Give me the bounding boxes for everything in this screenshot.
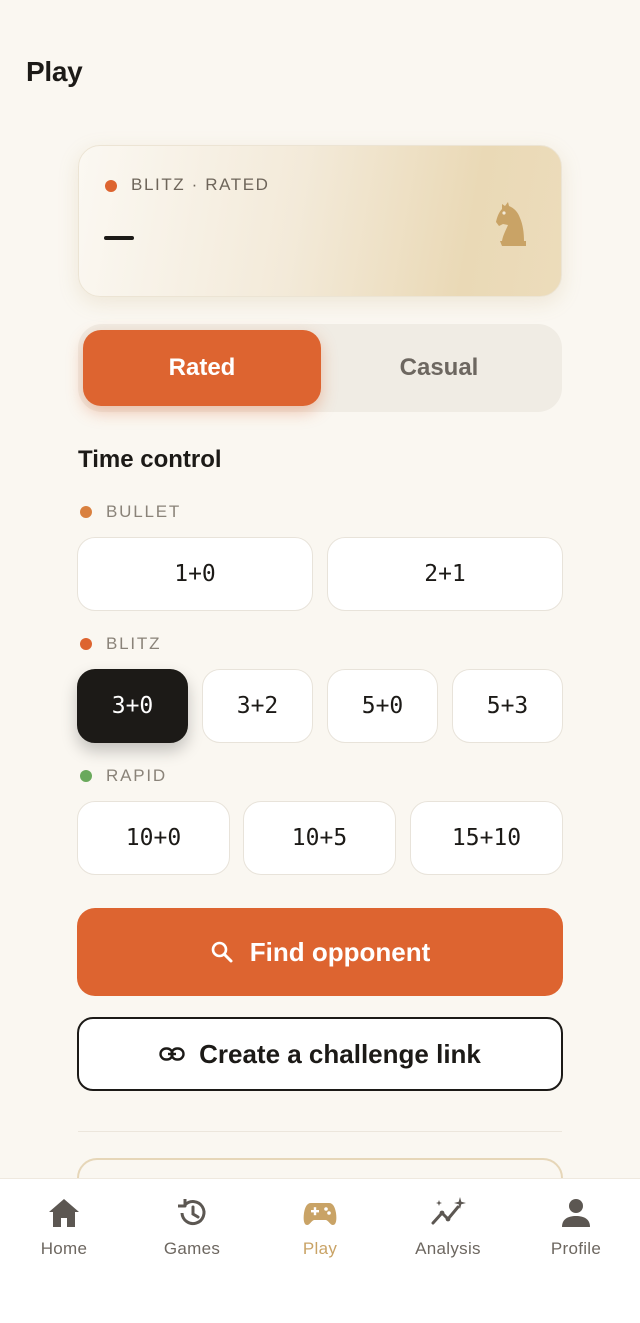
time-option-3-0[interactable]: 3+0 (77, 669, 188, 743)
link-icon (159, 1047, 185, 1061)
bullet-dot (80, 506, 92, 518)
nav-label-home: Home (40, 1239, 88, 1258)
time-control-title: Time control (78, 446, 222, 473)
find-opponent-button[interactable]: Find opponent (77, 908, 563, 996)
game-mode-card: BLITZ · RATED (78, 145, 562, 297)
nav-label-play: Play (302, 1239, 338, 1258)
category-blitz: BLITZ (80, 632, 161, 656)
rated-option[interactable]: Rated (83, 330, 321, 406)
time-option-10-0[interactable]: 10+0 (77, 801, 230, 875)
time-option-1-0[interactable]: 1+0 (77, 537, 313, 611)
nav-item-games[interactable]: Games (128, 1195, 256, 1265)
section-divider (78, 1131, 562, 1132)
nav-item-profile[interactable]: Profile (512, 1195, 640, 1265)
casual-option[interactable]: Casual (320, 330, 558, 406)
category-label: BLITZ (106, 634, 162, 653)
home-icon (49, 1199, 79, 1227)
category-label: BULLET (106, 502, 182, 521)
rapid-dot (80, 770, 92, 782)
time-option-10-5[interactable]: 10+5 (243, 801, 396, 875)
gamepad-icon (303, 1203, 337, 1225)
create-challenge-link-button[interactable]: Create a challenge link (77, 1017, 563, 1091)
blitz-dot (80, 638, 92, 650)
mode-label: BLITZ · RATED (131, 175, 270, 194)
category-rapid: RAPID (80, 764, 167, 788)
category-label: RAPID (106, 766, 167, 785)
bottom-navigation: Home Games Play Analysis Profile (0, 1178, 640, 1323)
time-option-2-1[interactable]: 2+1 (327, 537, 563, 611)
nav-label-profile: Profile (550, 1239, 602, 1258)
knight-icon (496, 202, 526, 246)
nav-item-home[interactable]: Home (0, 1195, 128, 1265)
category-bullet: BULLET (80, 500, 181, 524)
rating-value (104, 236, 134, 240)
page-title: Play (26, 56, 83, 87)
nav-item-play[interactable]: Play (256, 1195, 384, 1265)
person-icon (562, 1199, 590, 1227)
challenge-link-label: Create a challenge link (199, 1038, 481, 1069)
nav-label-games: Games (163, 1239, 221, 1258)
analysis-icon (431, 1197, 466, 1225)
nav-label-analysis: Analysis (415, 1239, 481, 1258)
nav-item-analysis[interactable]: Analysis (384, 1195, 512, 1265)
find-opponent-label: Find opponent (249, 936, 431, 967)
time-option-5-3[interactable]: 5+3 (452, 669, 563, 743)
search-icon (211, 941, 233, 963)
time-option-3-2[interactable]: 3+2 (202, 669, 313, 743)
time-option-5-0[interactable]: 5+0 (327, 669, 438, 743)
history-icon (178, 1199, 206, 1226)
rated-casual-toggle: Rated Casual (78, 324, 562, 412)
mode-status-dot (105, 180, 117, 192)
time-option-15-10[interactable]: 15+10 (410, 801, 563, 875)
